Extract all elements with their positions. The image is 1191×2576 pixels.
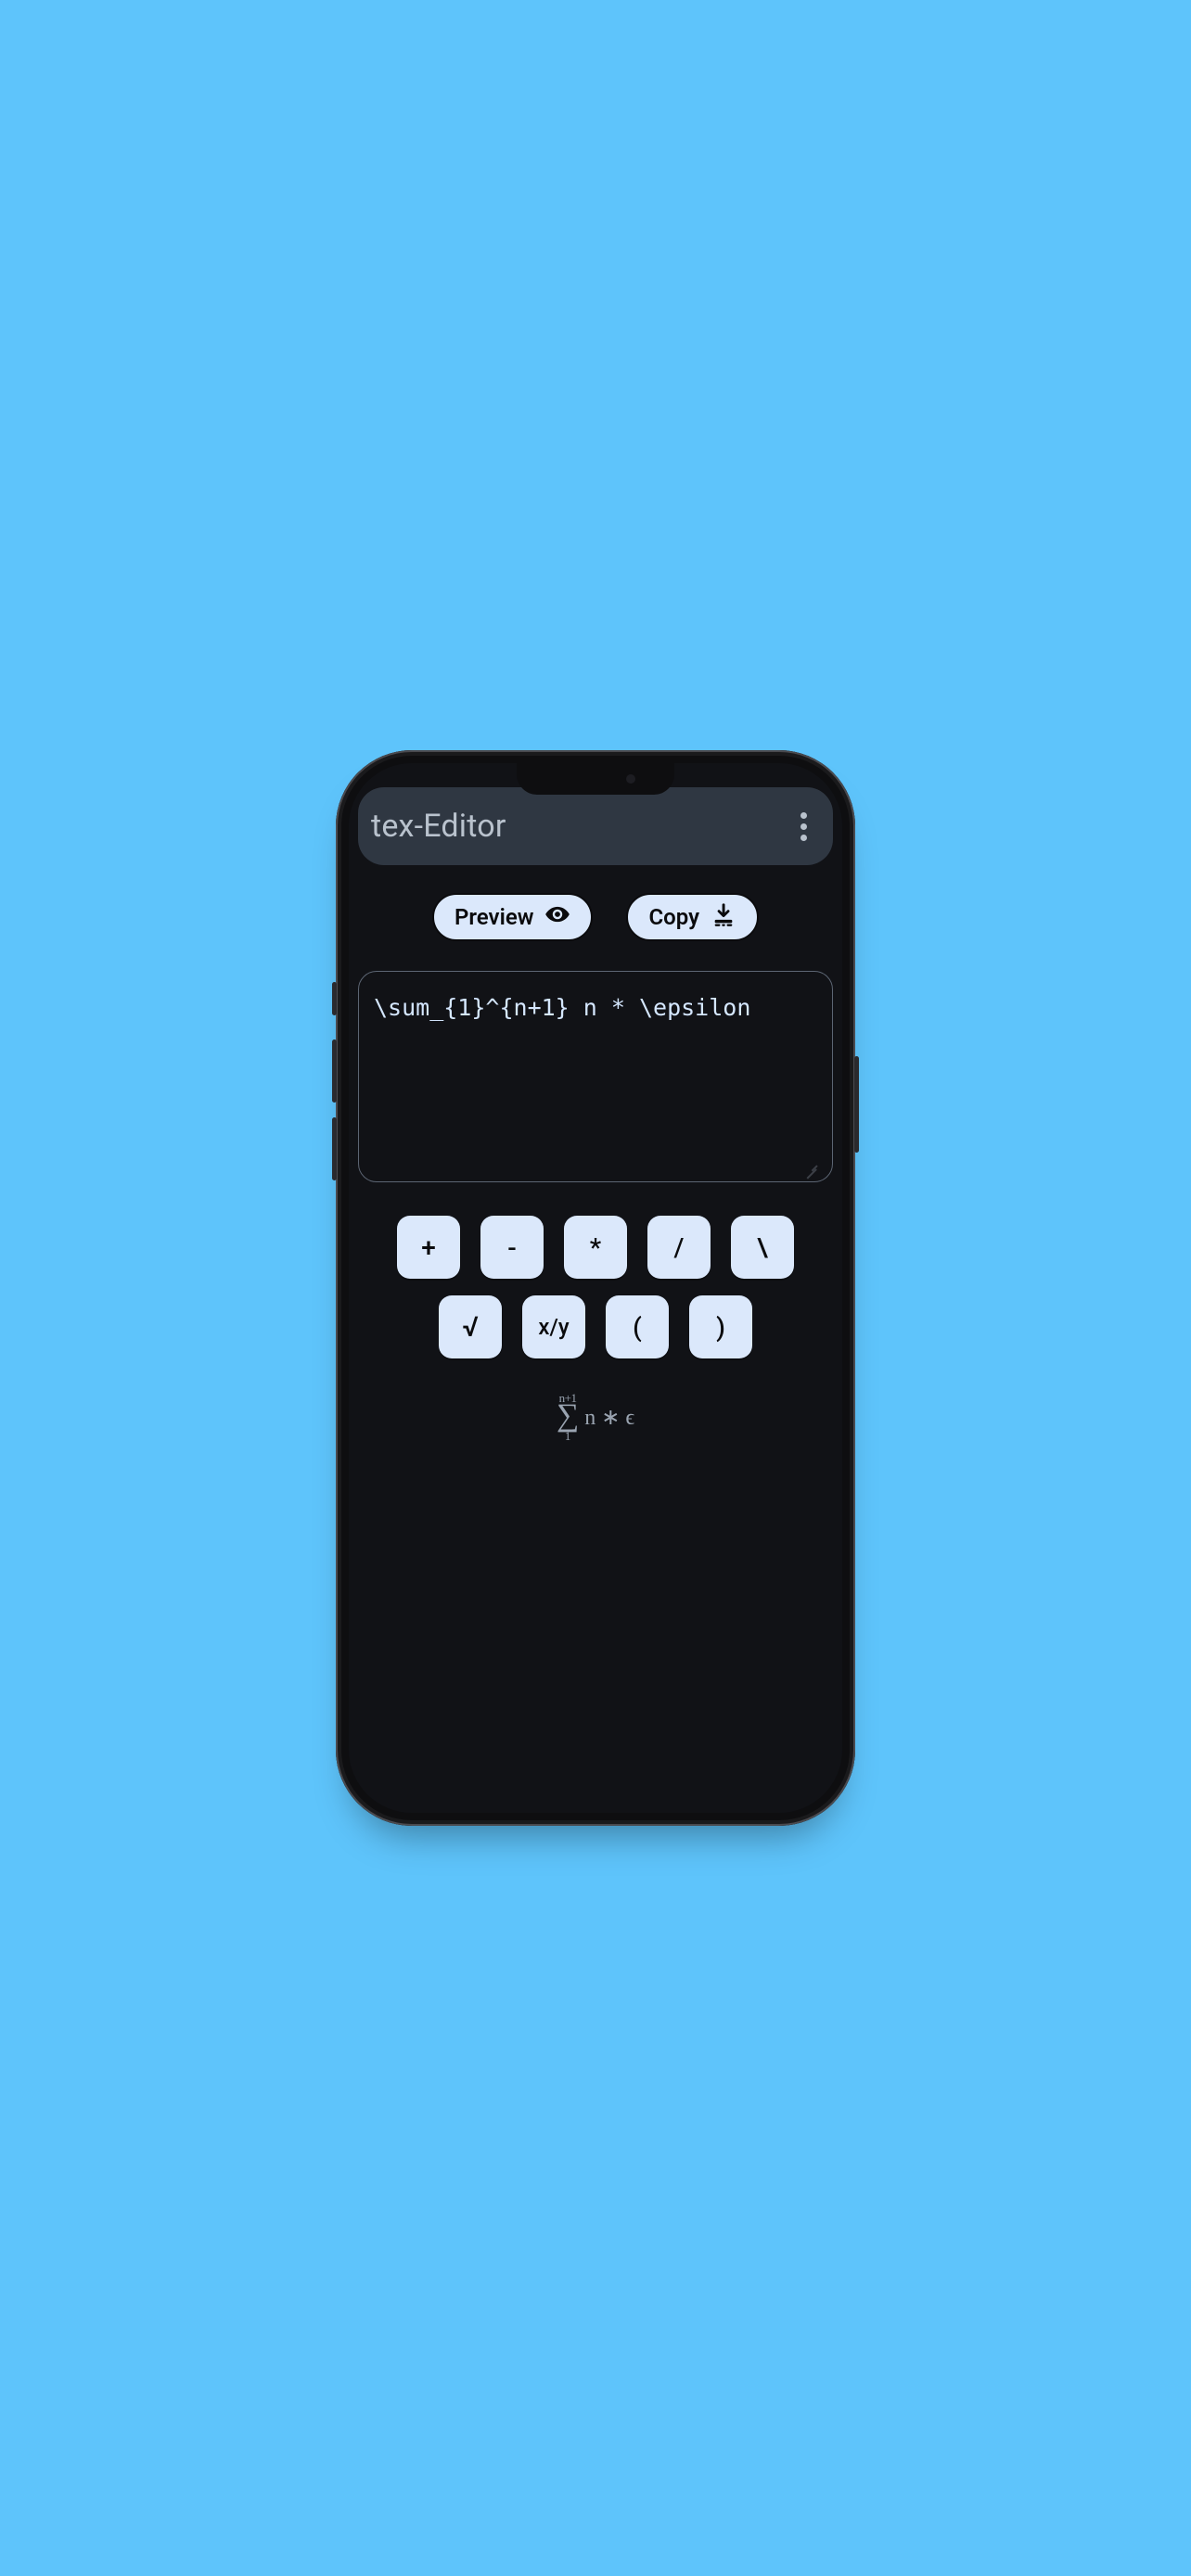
resize-grip-icon: [805, 1164, 818, 1177]
symbol-keypad: + - * / \ √ x/y ( ): [349, 1216, 842, 1358]
screen: tex-Editor Preview Copy \sum_{1}^{n+1: [349, 763, 842, 1813]
formula: n+1 ∑ 1 n ∗ ϵ: [557, 1392, 634, 1442]
key-divide[interactable]: /: [647, 1216, 711, 1279]
sigma-operator: n+1 ∑ 1: [557, 1392, 579, 1442]
key-fraction[interactable]: x/y: [522, 1295, 585, 1358]
more-menu-button[interactable]: [792, 812, 814, 841]
preview-button[interactable]: Preview: [432, 893, 593, 941]
formula-body: n ∗ ϵ: [584, 1404, 634, 1431]
app-title: tex-Editor: [371, 808, 506, 845]
power-button: [854, 1056, 859, 1153]
sigma-icon: ∑: [557, 1400, 579, 1432]
key-row-1: + - * / \: [397, 1216, 794, 1279]
key-backslash[interactable]: \: [731, 1216, 794, 1279]
eye-icon: [544, 901, 570, 933]
key-open-paren[interactable]: (: [606, 1295, 669, 1358]
copy-button-label: Copy: [648, 904, 699, 930]
preview-button-label: Preview: [455, 904, 533, 930]
app-bar: tex-Editor: [358, 787, 833, 865]
editor-container: \sum_{1}^{n+1} n * \epsilon: [358, 971, 833, 1182]
key-plus[interactable]: +: [397, 1216, 460, 1279]
key-row-2: √ x/y ( ): [439, 1295, 752, 1358]
toolbar: Preview Copy: [349, 893, 842, 941]
key-sqrt[interactable]: √: [439, 1295, 502, 1358]
copy-button[interactable]: Copy: [626, 893, 759, 941]
key-minus[interactable]: -: [480, 1216, 544, 1279]
phone-frame: tex-Editor Preview Copy \sum_{1}^{n+1: [336, 750, 855, 1826]
key-close-paren[interactable]: ): [689, 1295, 752, 1358]
download-icon: [711, 901, 736, 933]
volume-up-button: [332, 1039, 337, 1103]
tex-input[interactable]: \sum_{1}^{n+1} n * \epsilon: [358, 971, 833, 1182]
mute-switch: [332, 982, 337, 1015]
rendered-preview: n+1 ∑ 1 n ∗ ϵ: [349, 1392, 842, 1442]
sigma-lower-bound: 1: [565, 1430, 571, 1442]
key-multiply[interactable]: *: [564, 1216, 627, 1279]
volume-down-button: [332, 1117, 337, 1180]
notch: [517, 763, 674, 795]
